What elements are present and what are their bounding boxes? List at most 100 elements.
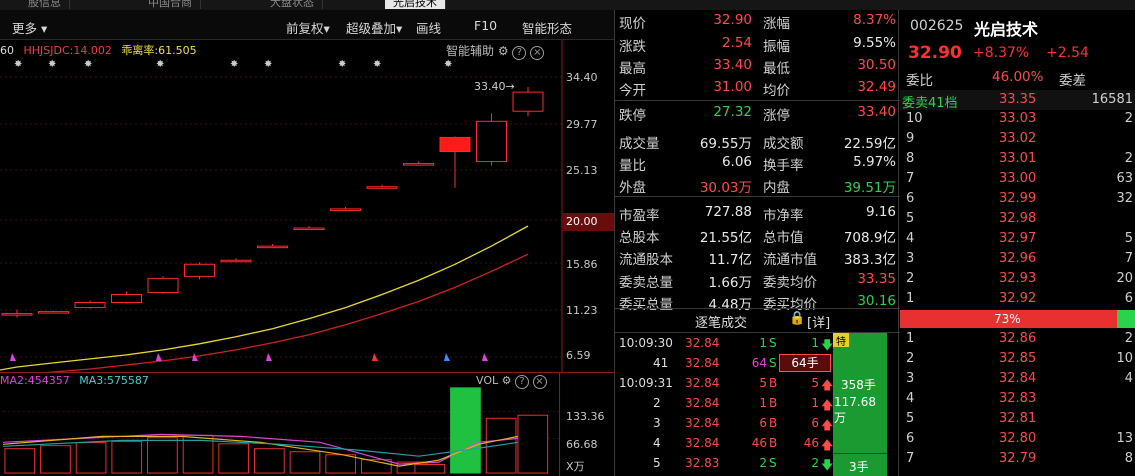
volume-bar	[75, 442, 107, 474]
buy-row[interactable]: 3 32.84 4	[900, 371, 1135, 391]
detail-link[interactable]: [详]	[807, 312, 830, 331]
kline-chart[interactable]: ✸ ✸ ✸ ✸ ✸ ✸ ✸ ✸ ✸	[0, 40, 614, 372]
buy-row[interactable]: 1 32.86 2	[900, 331, 1135, 351]
y-tick: 34.40	[566, 71, 598, 84]
y-tick: 25.13	[566, 164, 598, 177]
quote-label: 流通股本	[619, 252, 673, 268]
y-tick: 6.59	[566, 349, 591, 362]
sell-row[interactable]: 3 32.96 7	[900, 251, 1135, 271]
candle	[476, 120, 507, 163]
quote-value: 5.97%	[853, 154, 896, 170]
quote-value: 32.90	[713, 12, 752, 28]
quote-value: 69.55万	[699, 136, 752, 152]
volume-bar	[325, 454, 357, 474]
quote-value: 30.16	[857, 293, 896, 309]
close-icon[interactable]: ×	[532, 375, 547, 389]
buy-row[interactable]: 2 32.85 10	[900, 351, 1135, 371]
order-book: 002625 光启技术 32.90 +8.37% +2.54 委比 46.00%…	[900, 10, 1135, 476]
buy-row[interactable]: 7 32.79 8	[900, 451, 1135, 471]
sell-row[interactable]: 6 32.99 32	[900, 191, 1135, 211]
tick-header: 逐笔成交 🔒 [详]	[695, 311, 831, 331]
candle	[220, 259, 252, 263]
fuquan-menu[interactable]: 前复权▾	[286, 18, 330, 37]
quote-row: 成交量 69.55万 成交额 22.59亿	[615, 132, 900, 154]
signal-marker	[482, 353, 488, 361]
stock-code: 002625	[910, 18, 964, 34]
gear-icon[interactable]: ⚙	[502, 374, 512, 387]
volume-bar	[414, 464, 446, 474]
volume-bar	[40, 445, 71, 474]
stock-pct: +8.37%	[973, 45, 1030, 61]
smart-pattern-button[interactable]: 智能形态	[522, 18, 572, 37]
sell-row[interactable]: 4 32.97 5	[900, 231, 1135, 251]
candle	[366, 186, 398, 189]
vol-tick: 133.36	[566, 410, 605, 423]
candle	[512, 91, 544, 112]
volume-bar	[254, 448, 285, 474]
vol-ma3: MA3:575587	[79, 374, 149, 387]
candle	[74, 302, 106, 309]
buy-row[interactable]: 6 32.80 13	[900, 431, 1135, 451]
buy-row[interactable]: 5 32.81	[900, 411, 1135, 431]
sell-row[interactable]: 10 33.03 2	[900, 111, 1135, 131]
tab-2[interactable]: 中国合商	[140, 0, 201, 9]
candle	[184, 263, 215, 277]
more-menu[interactable]: 更多 ▾	[12, 18, 47, 37]
event-star-icon: ✸	[156, 59, 164, 70]
quote-label: 成交额	[763, 136, 804, 152]
tab-active-stock[interactable]: 光启技术	[385, 0, 446, 9]
quote-row: 今开 31.00 均价 32.49	[615, 79, 900, 101]
tab-bar: 股信息 中国合商 大盘状态 光启技术	[0, 0, 614, 10]
sell-row[interactable]: 9 33.02	[900, 131, 1135, 151]
tab-1[interactable]: 股信息	[20, 0, 70, 9]
quote-label: 现价	[619, 16, 646, 32]
quote-label: 换手率	[763, 158, 804, 174]
draw-line-button[interactable]: 画线	[416, 18, 441, 37]
webi-label: 委比	[906, 73, 933, 89]
help-icon[interactable]: ?	[515, 375, 529, 389]
sell-row[interactable]: 7 33.00 63	[900, 171, 1135, 191]
quote-value: 33.40	[857, 104, 896, 120]
candle	[330, 208, 361, 211]
overlay-menu[interactable]: 超级叠加▾	[346, 18, 402, 37]
volume-bar	[289, 451, 321, 474]
sell-row[interactable]: 5 32.98	[900, 211, 1135, 231]
quote-label: 内盘	[763, 180, 790, 196]
quote-label: 涨停	[763, 108, 790, 124]
volume-bar	[218, 443, 250, 474]
quote-label: 成交量	[619, 136, 660, 152]
quote-row: 量比 6.06 换手率 5.97%	[615, 154, 900, 176]
quote-label: 总股本	[619, 230, 660, 246]
down-arrow-icon: 🡇	[821, 458, 834, 472]
dropdown-icon: ▾	[396, 21, 403, 36]
candle	[1, 313, 33, 316]
sell-row[interactable]: 2 32.93 20	[900, 271, 1135, 291]
signal-marker	[372, 353, 378, 361]
tab-3[interactable]: 大盘状态	[262, 0, 323, 9]
quote-value: 727.88	[704, 204, 752, 220]
quote-value: 33.40	[713, 57, 752, 73]
sell-row[interactable]: 8 33.01 2	[900, 151, 1135, 171]
y-tick-current: 20.00	[566, 215, 598, 228]
event-star-icon: ✸	[48, 59, 56, 70]
f10-button[interactable]: F10	[474, 18, 497, 33]
volume-bar	[147, 437, 178, 474]
stock-price: 32.90	[908, 43, 962, 63]
quote-value: 21.55亿	[699, 230, 752, 246]
quote-label: 量比	[619, 158, 646, 174]
volume-bar	[517, 414, 549, 474]
quote-value: 32.49	[857, 79, 896, 95]
weicha-label: 委差	[1059, 73, 1086, 89]
quote-value: 8.37%	[853, 12, 896, 28]
quote-value: 39.51万	[843, 180, 896, 196]
candle	[293, 227, 325, 231]
sell-row[interactable]: 1 32.92 6	[900, 291, 1135, 311]
quote-value: 1.66万	[708, 275, 752, 291]
quote-label: 最低	[763, 61, 790, 77]
buy-row[interactable]: 4 32.83	[900, 391, 1135, 411]
lock-icon: 🔒	[789, 311, 806, 326]
quote-value: 9.16	[865, 204, 896, 220]
signal-marker	[444, 353, 450, 361]
event-star-icon: ✸	[84, 59, 92, 70]
dropdown-icon: ▾	[41, 21, 48, 36]
